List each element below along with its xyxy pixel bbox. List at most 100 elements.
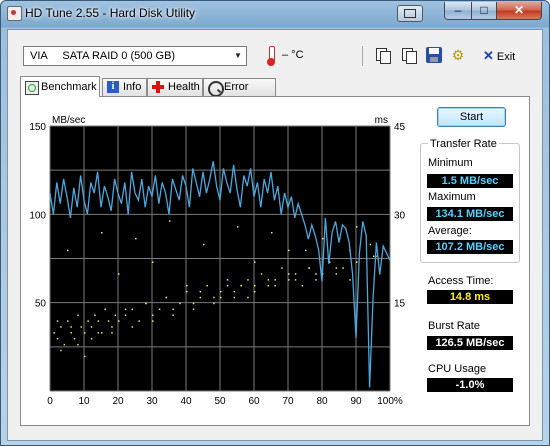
access-time-point — [301, 285, 304, 287]
thermometer-icon — [267, 46, 275, 66]
maximum-label: Maximum — [428, 191, 476, 203]
toolbar-separator — [362, 46, 363, 66]
access-time-point — [274, 285, 276, 287]
x-tick-label: 30 — [146, 396, 158, 407]
access-time-point — [138, 320, 140, 322]
access-time-point — [237, 226, 239, 228]
access-time-point — [369, 243, 372, 246]
chevron-down-icon: ▼ — [234, 51, 242, 60]
access-time-point — [80, 326, 83, 328]
access-time-point — [356, 261, 358, 263]
access-time-point — [135, 237, 137, 240]
access-time-point — [97, 320, 100, 322]
exit-label: Exit — [496, 51, 516, 63]
tab-benchmark[interactable]: Benchmark — [20, 76, 100, 97]
access-time-point — [152, 320, 154, 322]
access-time-point — [315, 273, 317, 275]
access-time-point — [254, 285, 256, 287]
magnifier-icon — [208, 81, 224, 97]
save-icon[interactable] — [426, 47, 442, 63]
access-time-point — [152, 261, 154, 263]
exit-button[interactable]: ✕ Exit — [483, 48, 515, 64]
left-axis-unit: MB/sec — [52, 115, 85, 126]
x-tick-label: 10 — [78, 396, 90, 407]
access-time-point — [322, 237, 324, 240]
title-bar[interactable]: HD Tune 2.55 - Hard Disk Utility – □ ✕ — [1, 1, 549, 25]
access-time-point — [281, 267, 283, 269]
access-time-point — [206, 285, 208, 287]
access-time-point — [90, 326, 93, 328]
access-time-point — [111, 332, 113, 334]
access-time-point — [87, 320, 89, 322]
access-time-point — [335, 273, 338, 275]
x-tick-label: 90 — [350, 396, 362, 407]
copy-screenshot-icon[interactable] — [400, 47, 417, 64]
access-time-point — [101, 232, 103, 234]
access-time-point — [267, 285, 270, 287]
window-extra-button[interactable] — [397, 5, 423, 22]
access-time-point — [271, 232, 273, 234]
access-time-point — [247, 279, 249, 281]
close-button[interactable]: ✕ — [496, 2, 542, 20]
access-time-point — [192, 308, 195, 311]
benchmark-chart-svg: 0 10 20 30 40 50 60 70 80 90 100% 150 100 50 45 30 15 MB/… — [29, 115, 406, 407]
access-time-point — [67, 320, 69, 322]
options-icon[interactable]: ⚙ — [450, 47, 466, 63]
left-tick-label: 150 — [29, 122, 46, 133]
x-tick-label: 60 — [248, 396, 260, 407]
x-tick-label: 80 — [316, 396, 328, 407]
maximize-button[interactable]: □ — [471, 2, 497, 20]
access-time-point — [373, 255, 375, 258]
access-time-label: Access Time: — [428, 275, 494, 287]
exit-x-icon: ✕ — [483, 48, 494, 63]
burst-rate-value: 126.5 MB/sec — [427, 336, 513, 350]
access-time-point — [335, 267, 338, 269]
temperature-readout: – °C — [282, 49, 304, 61]
access-time-point — [131, 326, 134, 328]
right-tick-label: 45 — [394, 122, 406, 133]
access-time-point — [70, 326, 72, 328]
tab-info-label: Info — [123, 81, 142, 93]
access-time-point — [220, 290, 222, 293]
drive-dropdown-value: VIA SATA RAID 0 (500 GB) — [30, 50, 176, 62]
access-time-point — [315, 279, 317, 281]
access-time-point — [305, 249, 307, 252]
access-time-point — [104, 308, 106, 311]
access-time-point — [203, 243, 205, 246]
access-time-point — [77, 314, 79, 316]
drive-dropdown[interactable]: VIA SATA RAID 0 (500 GB) ▼ — [23, 46, 247, 66]
tab-error-scan[interactable]: Error Scan — [203, 78, 276, 110]
access-time-point — [247, 296, 249, 299]
start-button[interactable]: Start — [437, 107, 506, 127]
cpu-usage-label: CPU Usage — [428, 363, 487, 375]
window-title: HD Tune 2.55 - Hard Disk Utility — [25, 6, 196, 20]
right-axis-unit: ms — [375, 115, 388, 126]
access-time-point — [90, 338, 93, 340]
access-time-point — [199, 296, 202, 299]
access-time-point — [63, 343, 66, 346]
right-tick-label: 30 — [394, 210, 406, 221]
x-tick-label: 0 — [47, 396, 53, 407]
access-time-point — [70, 332, 72, 334]
access-time-point — [169, 220, 171, 222]
transfer-rate-title: Transfer Rate — [428, 138, 499, 150]
access-time-point — [294, 273, 297, 275]
minimum-value: 1.5 MB/sec — [427, 174, 513, 188]
access-time-point — [220, 296, 222, 299]
access-time-point — [179, 302, 181, 305]
tab-health[interactable]: Health — [147, 78, 203, 96]
minimize-button[interactable]: – — [444, 2, 472, 20]
access-time-point — [288, 249, 290, 252]
tab-info[interactable]: i Info — [102, 78, 147, 96]
access-time-point — [77, 343, 79, 346]
access-time-point — [84, 332, 86, 334]
access-time-point — [56, 338, 59, 340]
access-time-point — [67, 249, 69, 252]
left-tick-label: 100 — [29, 210, 46, 221]
access-time-point — [349, 279, 351, 281]
tab-health-label: Health — [168, 81, 200, 93]
access-time-point — [233, 296, 236, 299]
copy-text-icon[interactable] — [374, 47, 391, 64]
access-time-point — [60, 349, 62, 352]
access-time-point — [172, 314, 174, 316]
